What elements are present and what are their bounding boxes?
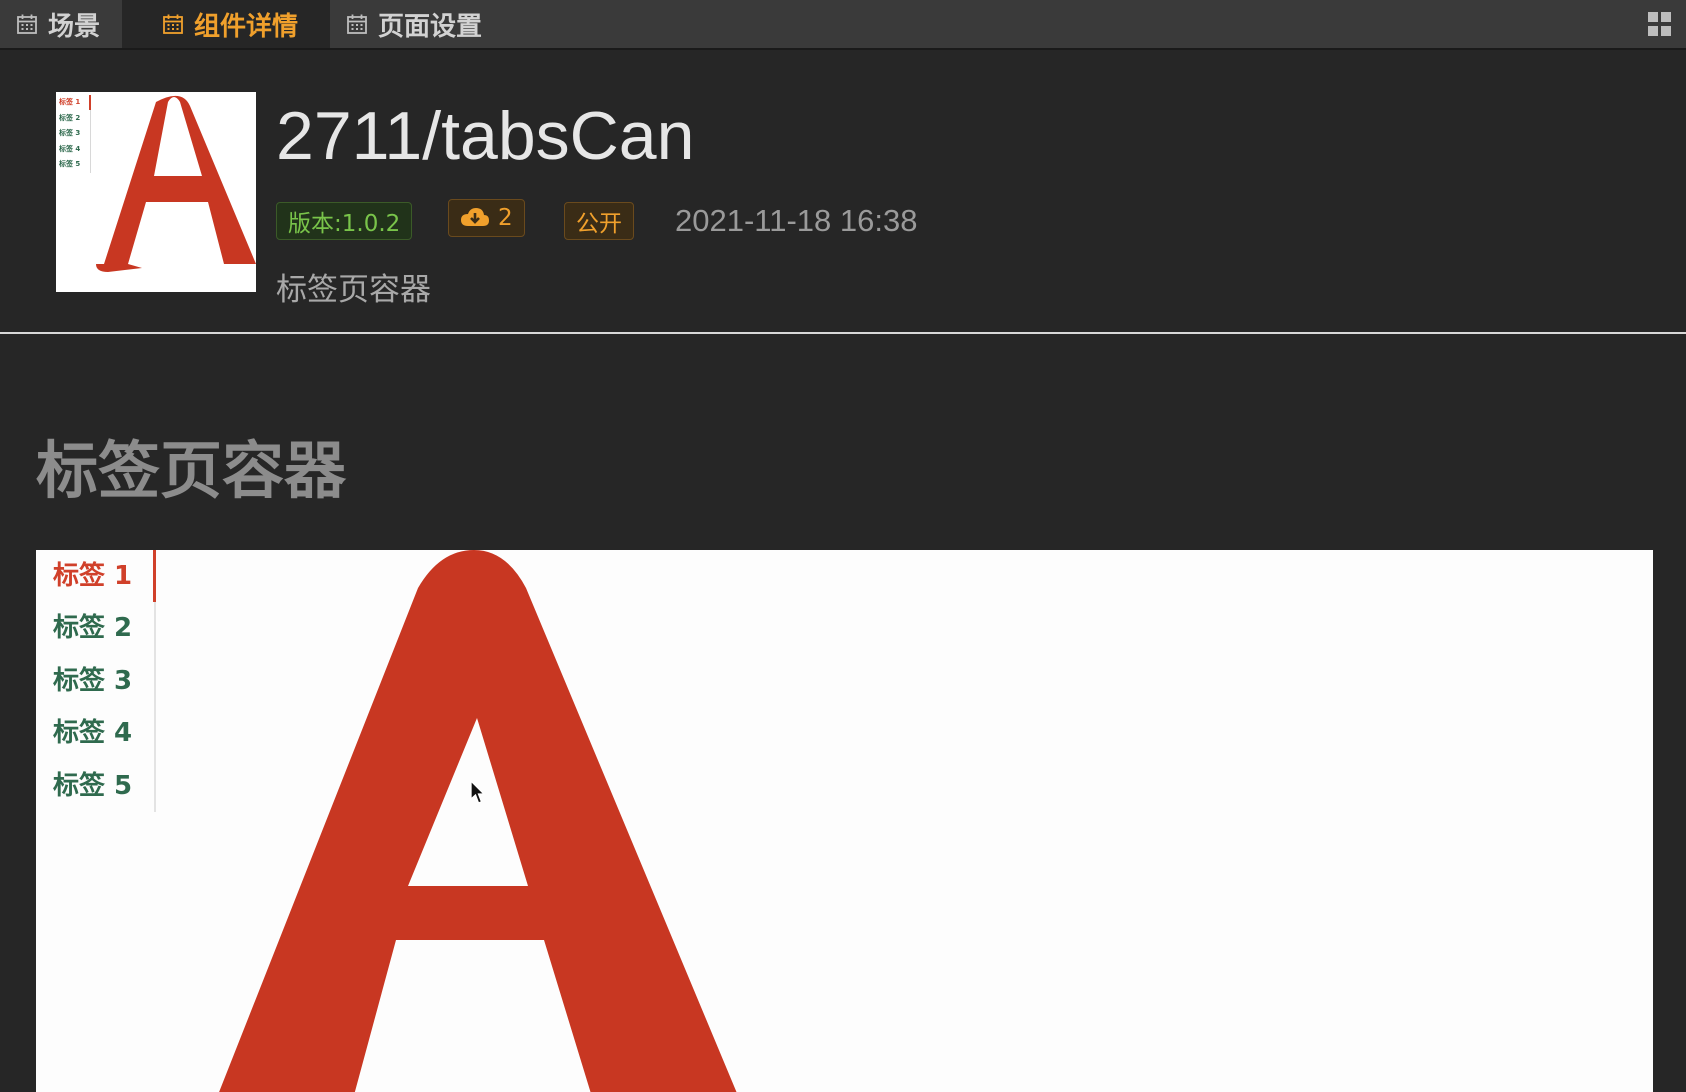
tab-label: 页面设置 xyxy=(378,11,483,42)
downloads-badge: 2 xyxy=(448,199,525,237)
tab-label: 场景 xyxy=(48,11,101,42)
thumbnail-tab: 标签 4 xyxy=(59,144,81,153)
thumbnail-tab-list: 标签 1 标签 2 标签 3 标签 4 标签 5 xyxy=(59,95,91,173)
active-tab-indicator xyxy=(153,550,156,602)
divider xyxy=(0,332,1686,334)
visibility-badge: 公开 xyxy=(564,202,634,240)
vertical-tab-list: 标签 1 标签 2 标签 3 标签 4 标签 5 xyxy=(36,550,156,812)
thumbnail-tab: 标签 1 xyxy=(59,98,81,106)
section-title: 标签页容器 xyxy=(36,434,347,507)
tabs-container-preview: 标签 1 标签 2 标签 3 标签 4 标签 5 xyxy=(36,550,1653,1092)
tab-item-3[interactable]: 标签 3 xyxy=(53,655,132,707)
updated-date: 2021-11-18 16:38 xyxy=(675,203,918,238)
tab-scene[interactable]: 场景 xyxy=(0,0,116,48)
component-thumbnail: 标签 1 标签 2 标签 3 标签 4 标签 5 xyxy=(56,92,256,292)
tab-item-1[interactable]: 标签 1 xyxy=(53,550,132,602)
version-badge: 版本:1.0.2 xyxy=(276,202,413,240)
cloud-download-icon xyxy=(461,208,489,226)
tab-item-5[interactable]: 标签 5 xyxy=(53,760,132,812)
component-title: 2711/tabsCan xyxy=(276,98,695,174)
tab-component-details[interactable]: 组件详情 xyxy=(122,0,330,48)
grid-icon[interactable] xyxy=(1648,12,1672,36)
tab-item-2[interactable]: 标签 2 xyxy=(53,602,132,654)
calendar-icon xyxy=(347,14,367,34)
calendar-icon xyxy=(163,14,183,34)
top-tab-bar: 场景 组件详情 页面设置 xyxy=(0,0,1686,50)
tab-page-settings[interactable]: 页面设置 xyxy=(330,0,498,48)
calendar-icon xyxy=(17,14,37,34)
thumbnail-tab: 标签 5 xyxy=(59,160,81,168)
thumbnail-tab: 标签 2 xyxy=(59,113,81,122)
component-description: 标签页容器 xyxy=(276,272,431,308)
mouse-cursor-icon xyxy=(470,780,486,804)
downloads-count: 2 xyxy=(498,205,513,231)
tab-item-4[interactable]: 标签 4 xyxy=(53,707,132,759)
tab-label: 组件详情 xyxy=(194,11,299,42)
thumbnail-tab: 标签 3 xyxy=(59,129,81,137)
letter-a-image xyxy=(219,550,737,1092)
